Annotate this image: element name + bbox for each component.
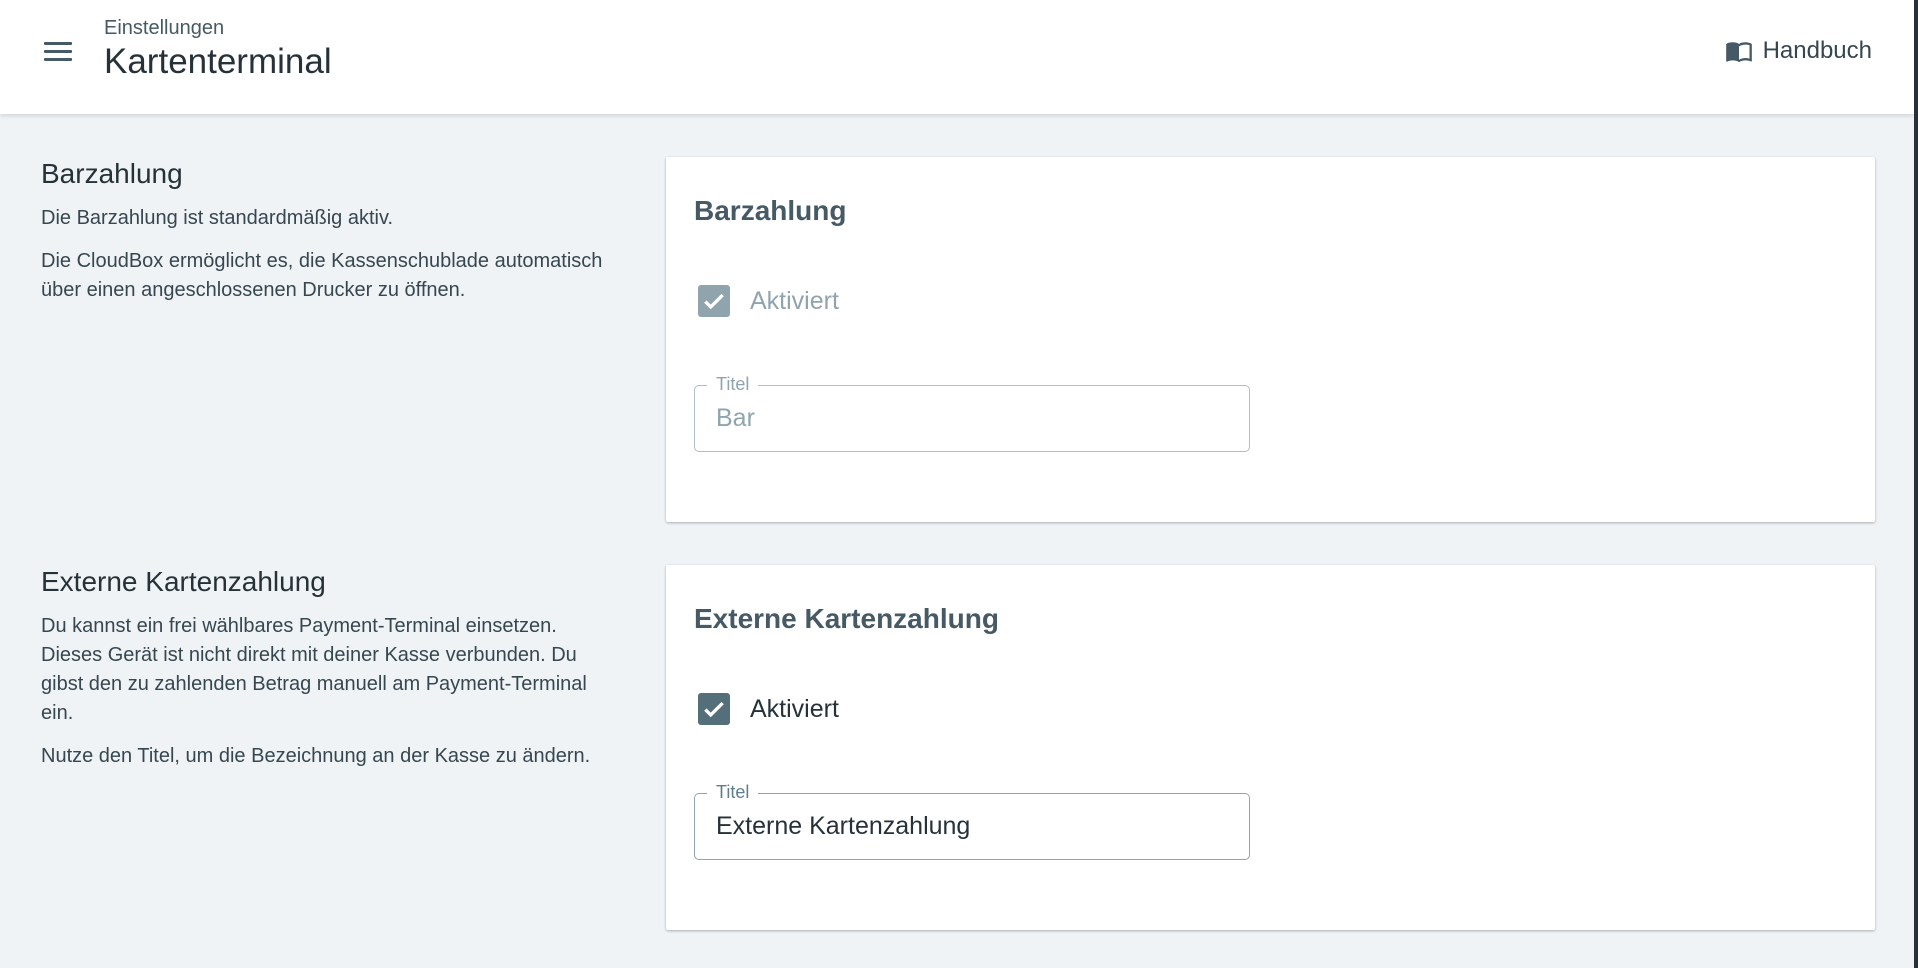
section-paragraph: Nutze den Titel, um die Bezeichnung an d…	[41, 745, 591, 767]
section-description-cash: Barzahlung Die Barzahlung ist standardmä…	[41, 158, 621, 319]
card-title: Externe Kartenzahlung	[694, 603, 999, 634]
section-description-external-card: Externe Kartenzahlung Du kannst ein frei…	[41, 566, 621, 785]
title-input-cash[interactable]	[695, 386, 1249, 451]
menu-button[interactable]	[38, 33, 78, 69]
menu-icon	[44, 41, 72, 45]
title-input-external-card[interactable]	[695, 794, 1249, 859]
checkbox[interactable]	[698, 693, 730, 725]
activated-checkbox-external-card[interactable]: Aktiviert	[698, 693, 839, 725]
section-paragraph: Die Barzahlung ist standardmäßig aktiv.	[41, 207, 394, 229]
checkbox[interactable]	[698, 285, 730, 317]
card-external-card-payment: Externe Kartenzahlung Aktiviert Titel	[666, 565, 1875, 930]
check-icon	[704, 701, 724, 718]
section-heading: Externe Kartenzahlung	[41, 566, 326, 597]
section-paragraph: Die CloudBox ermöglicht es, die Kassensc…	[41, 250, 603, 301]
manual-label: Handbuch	[1762, 37, 1872, 64]
manual-button[interactable]: Handbuch	[1725, 34, 1872, 68]
window-edge	[1914, 0, 1918, 968]
book-open-icon	[1725, 42, 1752, 63]
page-title: Kartenterminal	[104, 42, 332, 81]
activated-checkbox-cash[interactable]: Aktiviert	[698, 285, 839, 317]
breadcrumb[interactable]: Einstellungen	[104, 17, 224, 40]
title-field-cash: Titel	[694, 374, 1250, 452]
top-app-bar: Einstellungen Kartenterminal Handbuch	[0, 0, 1914, 114]
checkbox-label: Aktiviert	[750, 286, 839, 315]
card-cash-payment: Barzahlung Aktiviert Titel	[666, 157, 1875, 522]
checkbox-label: Aktiviert	[750, 694, 839, 723]
check-icon	[704, 293, 724, 310]
section-heading: Barzahlung	[41, 158, 183, 189]
title-field-external-card: Titel	[694, 782, 1250, 860]
section-paragraph: Du kannst ein frei wählbares Payment-Ter…	[41, 615, 587, 724]
card-title: Barzahlung	[694, 195, 847, 226]
